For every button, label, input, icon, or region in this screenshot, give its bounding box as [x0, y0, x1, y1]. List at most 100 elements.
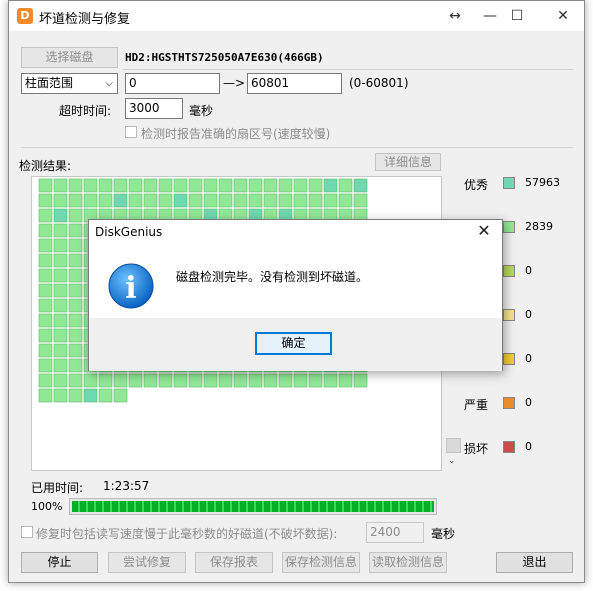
grid-block: [113, 373, 128, 388]
grid-block: [83, 388, 98, 403]
grid-block: [113, 193, 128, 208]
grid-block: [323, 193, 338, 208]
scroll-down-icon[interactable]: ⌄: [448, 456, 456, 466]
grid-block: [218, 178, 233, 193]
grid-block: [338, 373, 353, 388]
grid-block: [53, 208, 68, 223]
grid-block: [128, 373, 143, 388]
grid-block: [53, 388, 68, 403]
legend-label: 严重: [464, 398, 489, 412]
grid-block: [38, 373, 53, 388]
grid-block: [68, 268, 83, 283]
window-title: 坏道检测与修复: [39, 12, 131, 27]
legend-count: 0: [525, 352, 532, 365]
scroll-thumb[interactable]: [446, 438, 461, 453]
try-repair-button[interactable]: 尝试修复: [108, 552, 186, 573]
grid-block: [173, 178, 188, 193]
grid-block: [38, 193, 53, 208]
legend-count: 2839: [525, 220, 553, 233]
title-bar[interactable]: D 坏道检测与修复 ↔ — ☐ ✕: [9, 1, 584, 31]
grid-block: [278, 373, 293, 388]
grid-block: [68, 208, 83, 223]
grid-block: [83, 178, 98, 193]
close-button[interactable]: ✕: [540, 1, 586, 31]
grid-block: [113, 388, 128, 403]
grid-block: [98, 193, 113, 208]
grid-block: [68, 253, 83, 268]
grid-block: [158, 178, 173, 193]
grid-block: [293, 178, 308, 193]
legend-label: 损坏: [464, 442, 489, 456]
grid-block: [353, 193, 368, 208]
grid-block: [53, 268, 68, 283]
repair-slow-input[interactable]: 2400: [366, 522, 424, 543]
grid-block: [38, 313, 53, 328]
grid-block: [233, 193, 248, 208]
repair-slow-unit: 毫秒: [431, 527, 456, 541]
grid-block: [308, 193, 323, 208]
grid-block: [53, 238, 68, 253]
select-disk-button[interactable]: 选择磁盘: [21, 47, 118, 68]
report-sector-checkbox[interactable]: [125, 126, 137, 138]
grid-block: [68, 343, 83, 358]
app-icon: D: [17, 8, 33, 24]
ok-button[interactable]: 确定: [255, 332, 332, 355]
grid-block: [353, 373, 368, 388]
grid-block: [188, 178, 203, 193]
legend-swatch: [503, 265, 515, 277]
maximize-button[interactable]: ☐: [494, 1, 540, 31]
grid-block: [188, 193, 203, 208]
grid-block: [38, 178, 53, 193]
grid-block: [188, 373, 203, 388]
grid-block: [53, 178, 68, 193]
grid-block: [38, 223, 53, 238]
grid-block: [83, 193, 98, 208]
legend-swatch: [503, 221, 515, 233]
load-info-button[interactable]: 读取检测信息: [369, 552, 447, 573]
grid-block: [38, 238, 53, 253]
grid-block: [53, 373, 68, 388]
grid-block: [38, 358, 53, 373]
grid-block: [248, 193, 263, 208]
dialog-close-icon[interactable]: ✕: [472, 221, 496, 240]
elapsed-value: 1:23:57: [103, 479, 150, 493]
save-report-button[interactable]: 保存报表: [195, 552, 273, 573]
grid-block: [278, 178, 293, 193]
legend-swatch: [503, 309, 515, 321]
grid-block: [38, 343, 53, 358]
svg-text:i: i: [125, 271, 136, 306]
grid-block: [353, 178, 368, 193]
repair-slow-checkbox[interactable]: [21, 526, 33, 538]
grid-block: [263, 373, 278, 388]
range-arrow: —>: [223, 76, 246, 90]
grid-block: [173, 193, 188, 208]
grid-block: [53, 358, 68, 373]
grid-block: [218, 373, 233, 388]
background-app-left: [0, 0, 8, 591]
save-info-button[interactable]: 保存检测信息: [282, 552, 360, 573]
grid-block: [203, 178, 218, 193]
grid-block: [308, 373, 323, 388]
grid-block: [38, 208, 53, 223]
grid-block: [203, 373, 218, 388]
legend-label: 优秀: [464, 178, 489, 192]
grid-block: [38, 283, 53, 298]
legend-swatch: [503, 177, 515, 189]
grid-block: [53, 343, 68, 358]
legend-swatch: [503, 353, 515, 365]
grid-block: [68, 193, 83, 208]
grid-block: [263, 178, 278, 193]
details-button[interactable]: 详细信息: [375, 153, 441, 171]
grid-block: [233, 373, 248, 388]
range-mode-select[interactable]: 柱面范围 ⌵: [21, 73, 118, 94]
range-end-input[interactable]: 60801: [247, 73, 342, 94]
grid-block: [53, 328, 68, 343]
timeout-input[interactable]: 3000: [125, 98, 183, 119]
background-app-right: [585, 0, 593, 591]
grid-block: [68, 283, 83, 298]
range-start-input[interactable]: 0: [125, 73, 220, 94]
grid-block: [68, 373, 83, 388]
stop-button[interactable]: 停止: [21, 552, 98, 573]
grid-block: [68, 238, 83, 253]
exit-button[interactable]: 退出: [496, 552, 573, 573]
